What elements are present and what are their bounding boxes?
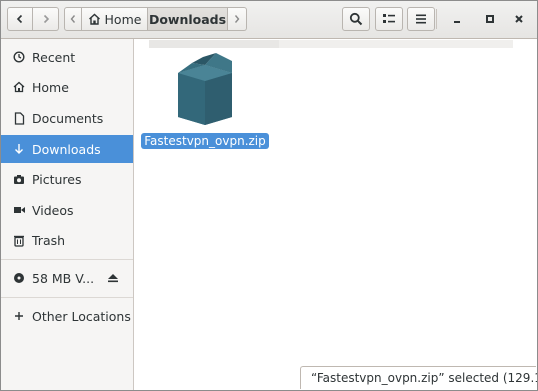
path-scroll-right-button[interactable] <box>228 7 247 31</box>
sidebar-item-home[interactable]: Home <box>1 73 133 101</box>
video-icon <box>11 205 27 215</box>
camera-icon <box>11 174 27 185</box>
sidebar-item-volume[interactable]: 58 MB V... <box>1 264 133 292</box>
sidebar-item-label: Downloads <box>32 141 101 157</box>
file-view: Fastestvpn_ovpn.zip “Fastestvpn_ovpn.zip… <box>134 39 537 390</box>
minimize-icon <box>454 21 460 23</box>
main-menu-button[interactable] <box>407 7 435 31</box>
header-separator <box>436 9 437 29</box>
maximize-icon <box>486 15 494 23</box>
sidebar-item-downloads[interactable]: Downloads <box>1 135 133 163</box>
search-button[interactable] <box>342 7 370 31</box>
view-options-icon <box>383 14 395 23</box>
back-icon <box>16 14 23 24</box>
path-home-button[interactable]: Home <box>82 7 148 31</box>
home-icon <box>88 13 100 25</box>
search-icon <box>349 12 363 26</box>
sidebar-item-label: Home <box>32 79 69 95</box>
sidebar-item-trash[interactable]: Trash <box>1 226 133 254</box>
loading-bar <box>149 40 513 48</box>
sidebar-item-documents[interactable]: Documents <box>1 104 133 132</box>
sidebar-item-pictures[interactable]: Pictures <box>1 165 133 193</box>
status-overlay: “Fastestvpn_ovpn.zip” selected (129.1 kB… <box>300 366 537 389</box>
sidebar-item-label: Recent <box>32 49 76 65</box>
close-button[interactable] <box>509 9 529 29</box>
menu-icon <box>416 14 426 24</box>
maximize-button[interactable] <box>480 9 500 29</box>
sidebar-item-label: 58 MB V... <box>32 270 95 286</box>
path-current-button[interactable]: Downloads <box>148 7 228 31</box>
sidebar-item-label: Other Locations <box>32 308 131 324</box>
view-options-button[interactable] <box>375 7 403 31</box>
path-scroll-left-button[interactable] <box>64 7 82 31</box>
sidebar-item-label: Documents <box>32 110 104 126</box>
chevron-right-icon <box>234 15 240 23</box>
path-bar: Home Downloads <box>64 7 247 31</box>
minimize-button[interactable] <box>447 9 467 29</box>
sidebar-divider <box>1 297 133 298</box>
forward-icon <box>43 14 49 24</box>
sidebar-item-label: Trash <box>32 232 66 248</box>
sidebar: Recent Home Documents Downloads Pictures… <box>1 39 134 390</box>
path-home-label: Home <box>104 11 142 27</box>
eject-icon[interactable] <box>107 271 119 286</box>
trash-icon <box>11 234 27 247</box>
plus-icon <box>11 311 27 321</box>
sidebar-item-recent[interactable]: Recent <box>1 43 133 71</box>
header-bar: Home Downloads <box>1 1 537 39</box>
clock-icon <box>11 51 27 63</box>
archive-package-icon <box>178 53 232 125</box>
document-icon <box>11 111 27 125</box>
sidebar-item-videos[interactable]: Videos <box>1 196 133 224</box>
history-buttons <box>7 7 59 31</box>
download-icon <box>11 143 27 156</box>
home-icon <box>11 81 27 93</box>
chevron-left-icon <box>70 15 76 23</box>
sidebar-item-other-locations[interactable]: Other Locations <box>1 302 133 330</box>
sidebar-item-label: Videos <box>32 202 74 218</box>
path-current-label: Downloads <box>148 11 227 27</box>
forward-button[interactable] <box>33 7 59 31</box>
file-name-label: Fastestvpn_ovpn.zip <box>141 133 269 149</box>
file-manager-window: Home Downloads Recent Home Documents Dow… <box>0 0 538 391</box>
sidebar-divider <box>1 259 133 260</box>
file-item[interactable]: Fastestvpn_ovpn.zip <box>141 51 269 149</box>
close-icon <box>515 15 523 23</box>
back-button[interactable] <box>7 7 33 31</box>
disc-icon <box>11 272 27 284</box>
sidebar-item-label: Pictures <box>32 171 82 187</box>
